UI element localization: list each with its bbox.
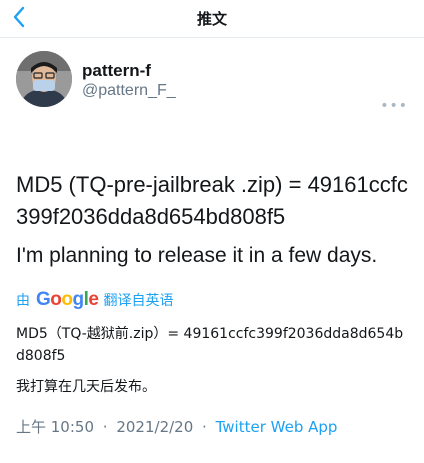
avatar-image [16, 51, 72, 107]
avatar[interactable] [16, 51, 72, 107]
translated-line-2: 我打算在几天后发布。 [16, 379, 156, 395]
tweet-date[interactable]: 2021/2/20 [116, 418, 193, 436]
source-app-link[interactable]: Twitter Web App [216, 418, 338, 436]
display-name[interactable]: pattern-f [82, 61, 176, 81]
user-handle[interactable]: @pattern_F_ [82, 81, 176, 101]
author-names: pattern-f @pattern_F_ [82, 61, 176, 101]
translate-link[interactable]: 由 Google 翻译自英语 [16, 285, 408, 315]
tweet-line-2: I'm planning to release it in a few days… [16, 244, 378, 267]
tweet-time[interactable]: 上午 10:50 [16, 418, 94, 436]
page-title: 推文 [196, 10, 227, 28]
translated-line-1: MD5（TQ-越狱前.zip）= 49161ccfc399f2036dda8d6… [16, 326, 404, 364]
tweet-metadata: 上午 10:50 · 2021/2/20 · Twitter Web App [16, 416, 408, 437]
google-logo: Google [36, 289, 99, 310]
separator-dot: · [202, 418, 207, 436]
tweet-text: MD5 (TQ-pre-jailbreak .zip) = 49161ccfc3… [16, 169, 408, 272]
separator-dot: · [102, 418, 108, 436]
translate-action-label: 翻译自英语 [103, 293, 174, 309]
tweet-line-1: MD5 (TQ-pre-jailbreak .zip) = 49161ccfc3… [16, 172, 408, 229]
top-bar: 推文 [0, 0, 424, 38]
more-dots-icon[interactable]: ••• [380, 99, 408, 113]
tweet-author: pattern-f @pattern_F_ ••• [0, 38, 424, 113]
translated-text: MD5（TQ-越狱前.zip）= 49161ccfc399f2036dda8d6… [16, 323, 408, 398]
translated-by-label: 由 [16, 293, 30, 309]
